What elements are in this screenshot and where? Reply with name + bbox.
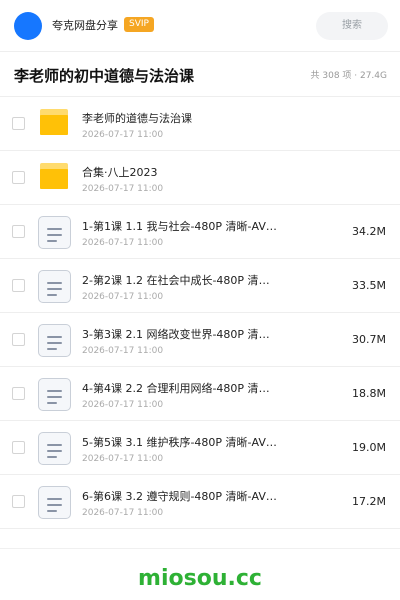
file-date: 2026-07-17 11:00: [82, 400, 164, 410]
file-date: 2026-07-17 11:00: [82, 130, 164, 140]
file-name: 3-第3课 2.1 网络改变世界-480P 清晰-…: [82, 328, 278, 341]
share-title: 夸克网盘分享: [52, 19, 118, 32]
file-size: 34.2M: [352, 225, 386, 238]
row-checkbox[interactable]: [12, 117, 25, 130]
file-name: 5-第5课 3.1 维护秩序-480P 清晰-AV…: [82, 436, 277, 449]
file-size: 33.5M: [352, 279, 386, 292]
file-size: 19.0M: [352, 441, 386, 454]
share-header: 夸克网盘分享 SVIP 搜索: [0, 0, 400, 52]
list-item[interactable]: 4-第4课 2.2 合理利用网络-480P 清晰-… 2026-07-17 11…: [0, 367, 400, 421]
avatar[interactable]: [14, 12, 42, 40]
svip-badge: SVIP: [124, 17, 154, 32]
file-name: 6-第6课 3.2 遵守规则-480P 清晰-AV…: [82, 490, 277, 503]
file-name: 1-第1课 1.1 我与社会-480P 清晰-AV…: [82, 220, 277, 233]
file-date: 2026-07-17 11:00: [82, 508, 164, 518]
file-date: 2026-07-17 11:00: [82, 346, 164, 356]
video-file-icon: [38, 378, 71, 411]
list-item[interactable]: 李老师的道德与法治课 2026-07-17 11:00: [0, 97, 400, 151]
file-date: 2026-07-17 11:00: [82, 238, 164, 248]
file-list: 李老师的道德与法治课 2026-07-17 11:00 合集·八上2023 20…: [0, 97, 400, 529]
row-checkbox[interactable]: [12, 333, 25, 346]
search-input[interactable]: 搜索: [316, 12, 388, 40]
list-item[interactable]: 6-第6课 3.2 遵守规则-480P 清晰-AV… 2026-07-17 11…: [0, 475, 400, 529]
row-checkbox[interactable]: [12, 387, 25, 400]
file-size: 17.2M: [352, 495, 386, 508]
file-name: 合集·八上2023: [82, 166, 158, 179]
row-checkbox[interactable]: [12, 279, 25, 292]
row-checkbox[interactable]: [12, 171, 25, 184]
file-name: 李老师的道德与法治课: [82, 112, 192, 125]
list-item[interactable]: 3-第3课 2.1 网络改变世界-480P 清晰-… 2026-07-17 11…: [0, 313, 400, 367]
video-file-icon: [38, 486, 71, 519]
folder-icon: [40, 109, 68, 135]
file-name: 4-第4课 2.2 合理利用网络-480P 清晰-…: [82, 382, 278, 395]
list-item[interactable]: 1-第1课 1.1 我与社会-480P 清晰-AV… 2026-07-17 11…: [0, 205, 400, 259]
list-item[interactable]: 2-第2课 1.2 在社会中成长-480P 清晰-… 2026-07-17 11…: [0, 259, 400, 313]
video-file-icon: [38, 270, 71, 303]
row-checkbox[interactable]: [12, 225, 25, 238]
file-date: 2026-07-17 11:00: [82, 184, 164, 194]
file-date: 2026-07-17 11:00: [82, 454, 164, 464]
file-size: 18.8M: [352, 387, 386, 400]
video-file-icon: [38, 216, 71, 249]
list-item[interactable]: 5-第5课 3.1 维护秩序-480P 清晰-AV… 2026-07-17 11…: [0, 421, 400, 475]
footer: miosou.cc: [0, 548, 400, 600]
row-checkbox[interactable]: [12, 441, 25, 454]
folder-meta: 共 308 项 · 27.4G: [310, 71, 388, 81]
list-item[interactable]: 合集·八上2023 2026-07-17 11:00: [0, 151, 400, 205]
folder-title-bar: 李老师的初中道德与法治课 共 308 项 · 27.4G: [0, 52, 400, 97]
row-checkbox[interactable]: [12, 495, 25, 508]
video-file-icon: [38, 432, 71, 465]
file-name: 2-第2课 1.2 在社会中成长-480P 清晰-…: [82, 274, 278, 287]
watermark: miosou.cc: [138, 566, 262, 591]
file-date: 2026-07-17 11:00: [82, 292, 164, 302]
file-size: 30.7M: [352, 333, 386, 346]
folder-icon: [40, 163, 68, 189]
video-file-icon: [38, 324, 71, 357]
page-title: 李老师的初中道德与法治课: [14, 67, 195, 85]
